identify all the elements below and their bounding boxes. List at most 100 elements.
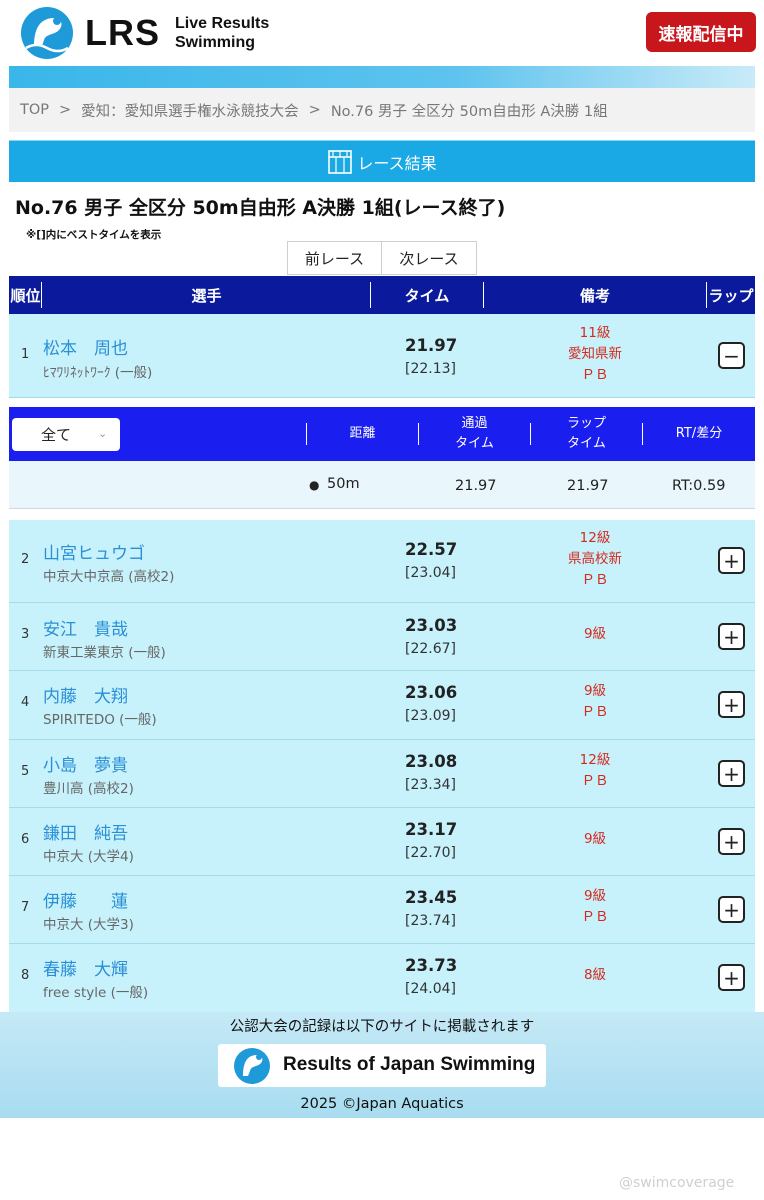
header-time: タイム <box>404 286 450 305</box>
rank: 8 <box>21 968 30 983</box>
race-time: 23.17 <box>405 820 458 839</box>
result-row: 1 松本 周也 ﾋﾏﾜﾘﾈｯﾄﾜｰｸ (一般) 21.97 [22.13] 11… <box>9 314 755 398</box>
live-broadcast-badge[interactable]: 速報配信中 <box>646 12 756 52</box>
remark-line: 9級 <box>583 831 607 847</box>
result-row: 8 春藤 大輝 free style (一般) 23.73 [24.04] 8級… <box>9 944 755 1012</box>
expand-lap-button[interactable]: + <box>718 547 745 574</box>
swimmer-name-link[interactable]: 小島 夢貴 <box>43 751 128 776</box>
remark-line: ＰＢ <box>581 909 609 925</box>
race-title: No.76 男子 全区分 50m自由形 A決勝 1組(レース終了) <box>15 197 506 219</box>
results-table-header: 順位 選手 タイム 備考 ラップ <box>9 276 755 314</box>
race-navigation: 前レース 次レース <box>287 241 477 275</box>
previous-race-button[interactable]: 前レース <box>287 241 382 275</box>
race-time: 21.97 <box>405 336 458 355</box>
remark-line: ＰＢ <box>581 367 609 383</box>
results-of-japan-swimming-link[interactable]: Results of Japan Swimming <box>218 1044 546 1087</box>
expand-lap-button[interactable]: + <box>718 896 745 923</box>
lap-pass-time: 21.97 <box>455 478 497 494</box>
next-race-button[interactable]: 次レース <box>382 241 477 275</box>
best-time: [23.34] <box>405 777 457 793</box>
race-time: 23.45 <box>405 888 458 907</box>
rank: 2 <box>21 552 30 567</box>
remark-line: 9級 <box>583 683 607 699</box>
result-row: 2 山宮ヒュウゴ 中京大中京高 (高校2) 22.57 [23.04] 12級 … <box>9 520 755 603</box>
swimmer-name-link[interactable]: 安江 貴哉 <box>43 615 128 640</box>
breadcrumb-top-link[interactable]: TOP <box>20 102 49 118</box>
lap-bullet-icon: ● <box>309 478 320 492</box>
remark-line: 県高校新 <box>568 551 622 567</box>
remark-line: ＰＢ <box>581 773 609 789</box>
race-time: 23.08 <box>405 752 458 771</box>
breadcrumb-separator: > <box>308 102 321 118</box>
remark-line: 9級 <box>583 888 607 904</box>
lap-detail-header: 全て ⌄ 距離 通過 タイム ラップ タイム RT/差分 <box>9 407 755 461</box>
rank: 1 <box>21 347 30 362</box>
chevron-down-icon: ⌄ <box>98 427 108 440</box>
expand-lap-button[interactable]: + <box>718 964 745 991</box>
best-time: [24.04] <box>405 981 457 997</box>
remark-line: ＰＢ <box>581 572 609 588</box>
race-time: 22.57 <box>405 540 458 559</box>
expand-lap-button[interactable]: + <box>718 623 745 650</box>
expand-lap-button[interactable]: + <box>718 760 745 787</box>
team-name: free style (一般) <box>43 985 149 1001</box>
team-name: ﾋﾏﾜﾘﾈｯﾄﾜｰｸ (一般) <box>43 365 153 381</box>
swimmer-name-link[interactable]: 山宮ヒュウゴ <box>43 539 145 564</box>
header-remarks: 備考 <box>579 286 610 305</box>
lap-header-lap-time: ラップ タイム <box>531 407 642 461</box>
breadcrumb-current-race: No.76 男子 全区分 50m自由形 A決勝 1組 <box>330 103 608 120</box>
remark-line: 11級 <box>579 325 611 341</box>
breadcrumb: TOP > 愛知：愛知県選手権水泳競技大会 > No.76 男子 全区分 50m… <box>9 88 755 132</box>
collapse-lap-button[interactable]: − <box>718 342 745 369</box>
breadcrumb-meet-link[interactable]: 愛知：愛知県選手権水泳競技大会 <box>81 100 299 121</box>
split-filter-select[interactable]: 全て ⌄ <box>12 418 120 451</box>
lap-header-distance: 距離 <box>349 426 376 441</box>
pool-lanes-icon <box>328 149 353 174</box>
result-row: 5 小島 夢貴 豊川高 (高校2) 23.08 [23.34] 12級 ＰＢ + <box>9 740 755 808</box>
lap-header-pass-time-line2: タイム <box>455 436 494 451</box>
remark-line: 8級 <box>583 967 607 983</box>
team-name: 新東工業東京 (一般) <box>43 645 166 661</box>
swimmer-name-link[interactable]: 伊藤 蓮 <box>43 887 128 912</box>
swimmer-name-link[interactable]: 鎌田 純吾 <box>43 819 128 844</box>
best-time: [22.13] <box>405 361 457 377</box>
remarks: 11級 愛知県新 ＰＢ <box>529 323 661 386</box>
banner-text: Results of Japan Swimming <box>283 1054 536 1075</box>
swimmer-name-link[interactable]: 内藤 大翔 <box>43 682 128 707</box>
remark-line: ＰＢ <box>581 704 609 720</box>
remarks: 12級 県高校新 ＰＢ <box>529 528 661 591</box>
rank: 4 <box>21 695 30 710</box>
best-time: [22.67] <box>405 641 457 657</box>
header-lap: ラップ <box>708 286 754 305</box>
expand-lap-button[interactable]: + <box>718 828 745 855</box>
lap-distance: 50m <box>327 476 360 492</box>
remarks: 9級 <box>529 829 661 850</box>
expand-lap-button[interactable]: + <box>718 691 745 718</box>
team-name: 中京大 (大学4) <box>43 849 134 865</box>
remark-line: 12級 <box>579 752 611 768</box>
lrs-logo-icon[interactable] <box>20 6 74 60</box>
result-row: 6 鎌田 純吾 中京大 (大学4) 23.17 [22.70] 9級 + <box>9 808 755 876</box>
lap-split-time: 21.97 <box>567 478 609 494</box>
breadcrumb-separator: > <box>59 102 72 118</box>
site-footer: 公認大会の記録は以下のサイトに掲載されます Results of Japan S… <box>0 1012 764 1118</box>
swimmer-name-link[interactable]: 春藤 大輝 <box>43 955 128 980</box>
lap-row: ● 50m 21.97 21.97 RT:0.59 <box>9 461 755 509</box>
lap-header-lap-time-line1: ラップ <box>566 416 606 431</box>
site-header: LRS Live Results Swimming 速報配信中 <box>0 0 764 64</box>
race-time: 23.03 <box>405 616 458 635</box>
best-time: [23.09] <box>405 708 457 724</box>
best-time: [22.70] <box>405 845 457 861</box>
logo-text[interactable]: LRS <box>85 12 160 54</box>
header-rank: 順位 <box>10 286 41 305</box>
remarks: 9級 ＰＢ <box>529 886 661 928</box>
logo-subtitle-line1: Live Results <box>175 15 270 32</box>
race-results-section-bar: レース結果 <box>9 140 755 182</box>
remark-line: 9級 <box>583 626 607 642</box>
logo-subtitle-line2: Swimming <box>175 34 256 51</box>
lap-header-pass-time-line1: 通過 <box>461 416 488 431</box>
swimmer-name-link[interactable]: 松本 周也 <box>43 334 128 359</box>
remarks: 8級 <box>529 965 661 986</box>
result-row: 7 伊藤 蓮 中京大 (大学3) 23.45 [23.74] 9級 ＰＢ + <box>9 876 755 944</box>
best-time: [23.04] <box>405 565 457 581</box>
